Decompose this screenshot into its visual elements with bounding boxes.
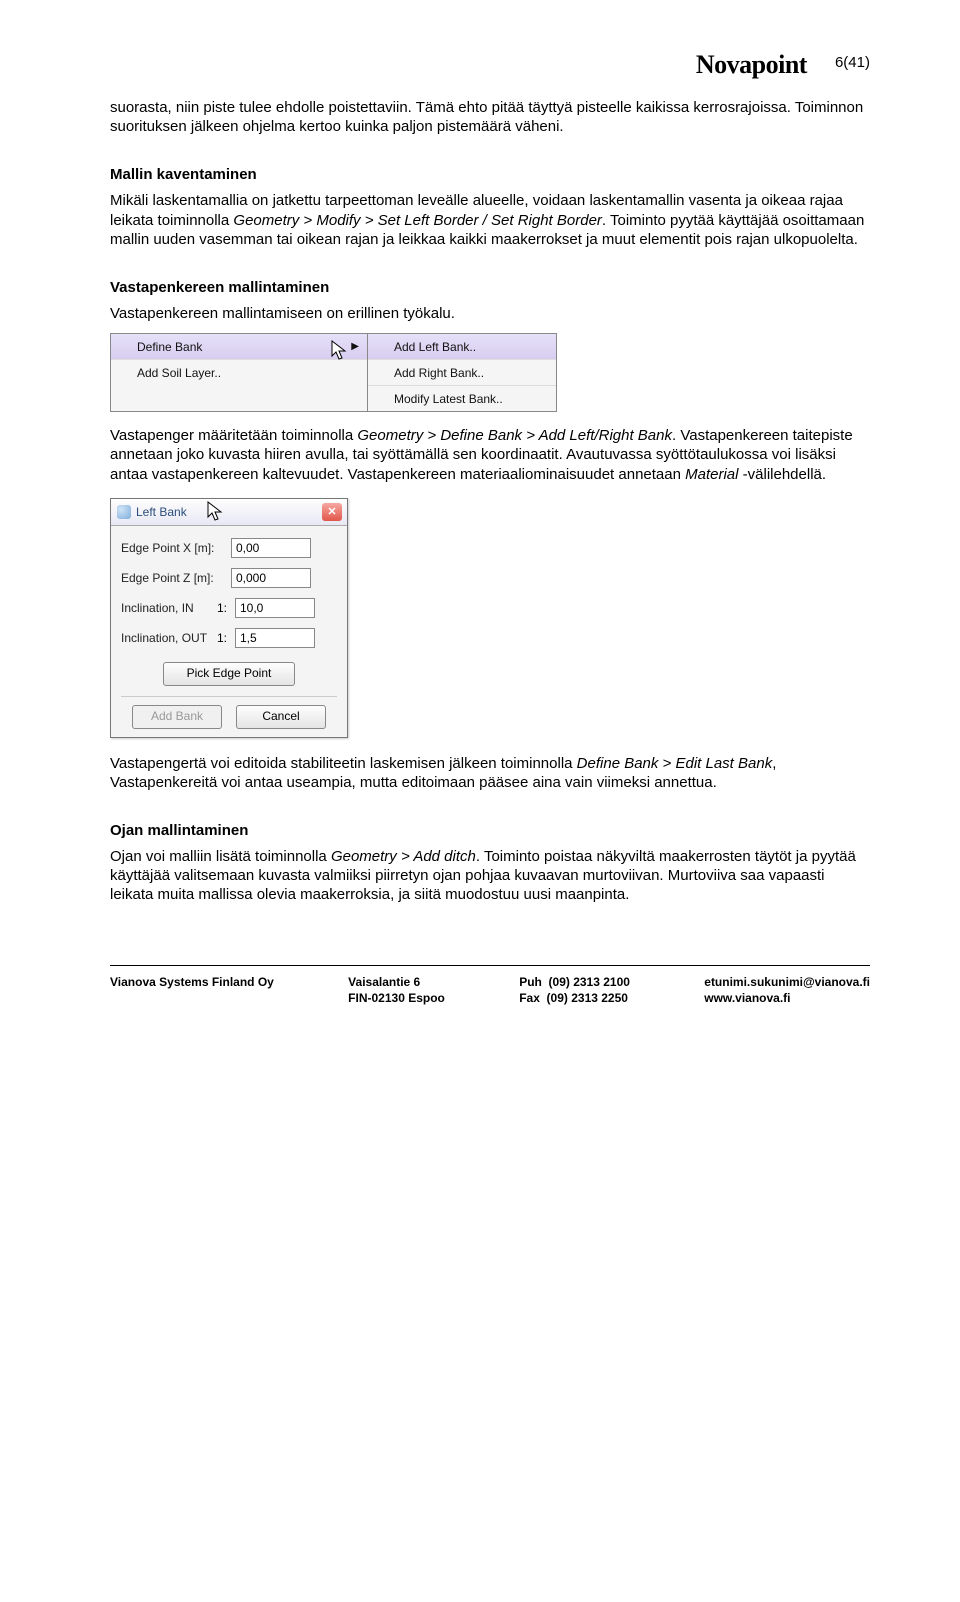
menu-label: Define Bank bbox=[137, 340, 202, 354]
menu-label: Add Left Bank.. bbox=[394, 340, 476, 354]
sec3-p1: Ojan voi malliin lisätä toiminnolla Geom… bbox=[110, 847, 870, 905]
edge-x-input[interactable] bbox=[231, 538, 311, 558]
footer-email: etunimi.sukunimi@vianova.fi bbox=[704, 975, 870, 989]
ratio-label: 1: bbox=[215, 601, 229, 615]
tab-name-italic: Material bbox=[685, 466, 738, 483]
footer-company: Vianova Systems Finland Oy bbox=[110, 974, 274, 1006]
menu-add-left-bank[interactable]: Add Left Bank.. bbox=[368, 334, 556, 360]
page-footer: Vianova Systems Finland Oy Vaisalantie 6… bbox=[110, 974, 870, 1006]
add-bank-button[interactable]: Add Bank bbox=[132, 705, 222, 729]
sec2-p3: Vastapengertä voi editoida stabiliteetin… bbox=[110, 754, 870, 792]
footer-contact: etunimi.sukunimi@vianova.fi www.vianova.… bbox=[704, 974, 870, 1006]
footer-web: www.vianova.fi bbox=[704, 991, 790, 1005]
inclination-in-input[interactable] bbox=[235, 598, 315, 618]
menu-label: Add Right Bank.. bbox=[394, 366, 484, 380]
footer-fax-line: Fax (09) 2313 2250 bbox=[519, 991, 628, 1005]
field-label-incl-in: Inclination, IN bbox=[121, 601, 209, 615]
section-title-oja: Ojan mallintaminen bbox=[110, 822, 870, 839]
dialog-title-bar[interactable]: Left Bank ✕ bbox=[111, 499, 347, 526]
ratio-label: 1: bbox=[215, 631, 229, 645]
menu-modify-latest-bank[interactable]: Modify Latest Bank.. bbox=[368, 386, 556, 411]
text: Vastapenger määritetään toiminnolla bbox=[110, 427, 357, 444]
field-label-edgez: Edge Point Z [m]: bbox=[121, 571, 225, 585]
cursor-icon bbox=[207, 501, 225, 523]
field-label-incl-out: Inclination, OUT bbox=[121, 631, 209, 645]
menu-path-italic: Geometry > Define Bank > Add Left/Right … bbox=[357, 427, 672, 444]
submenu-arrow-icon: ▶ bbox=[351, 341, 359, 352]
sec1-paragraph: Mikäli laskentamallia on jatkettu tarpee… bbox=[110, 191, 870, 249]
field-label-edgex: Edge Point X [m]: bbox=[121, 541, 225, 555]
dialog-app-icon bbox=[117, 505, 131, 519]
menu-add-right-bank[interactable]: Add Right Bank.. bbox=[368, 360, 556, 386]
cursor-icon bbox=[331, 340, 349, 362]
footer-addr2: FIN-02130 Espoo bbox=[348, 991, 445, 1005]
text: Ojan voi malliin lisätä toiminnolla bbox=[110, 848, 331, 865]
page-header: Novapoint 6(41) bbox=[110, 50, 870, 80]
sec2-p1: Vastapenkereen mallintamiseen on erillin… bbox=[110, 304, 870, 323]
menu-add-soil-layer[interactable]: Add Soil Layer.. bbox=[111, 360, 367, 385]
pick-edge-point-button[interactable]: Pick Edge Point bbox=[163, 662, 295, 686]
intro-paragraph: suorasta, niin piste tulee ehdolle poist… bbox=[110, 98, 870, 136]
close-icon[interactable]: ✕ bbox=[322, 503, 342, 521]
menu-path-italic: Geometry > Add ditch bbox=[331, 848, 476, 865]
menu-define-bank[interactable]: Define Bank ▶ bbox=[111, 334, 367, 360]
edge-z-input[interactable] bbox=[231, 568, 311, 588]
context-menu-screenshot: Define Bank ▶ Add Soil Layer.. Add Left … bbox=[110, 333, 870, 412]
menu-path-italic: Geometry > Modify > Set Left Border / Se… bbox=[233, 212, 602, 229]
menu-label: Modify Latest Bank.. bbox=[394, 392, 503, 406]
menu-path-italic: Define Bank > Edit Last Bank bbox=[577, 755, 773, 772]
text: -välilehdellä. bbox=[738, 466, 826, 483]
text: Vastapengertä voi editoida stabiliteetin… bbox=[110, 755, 577, 772]
dialog-title: Left Bank bbox=[136, 505, 187, 519]
section-title-vastapenkere: Vastapenkereen mallintaminen bbox=[110, 279, 870, 296]
section-title-kaventaminen: Mallin kaventaminen bbox=[110, 166, 870, 183]
page-number: 6(41) bbox=[835, 50, 870, 71]
footer-phone-line: Puh (09) 2313 2100 bbox=[519, 975, 630, 989]
menu-label: Add Soil Layer.. bbox=[137, 366, 221, 380]
left-bank-dialog: Left Bank ✕ Edge Point X [m]: Edge Point… bbox=[110, 498, 348, 738]
novapoint-logo: Novapoint bbox=[696, 50, 807, 80]
inclination-out-input[interactable] bbox=[235, 628, 315, 648]
footer-addr1: Vaisalantie 6 bbox=[348, 975, 420, 989]
sec2-p2: Vastapenger määritetään toiminnolla Geom… bbox=[110, 426, 870, 484]
footer-address: Vaisalantie 6 FIN-02130 Espoo bbox=[348, 974, 445, 1006]
footer-phone: Puh (09) 2313 2100 Fax (09) 2313 2250 bbox=[519, 974, 630, 1006]
footer-divider bbox=[110, 965, 870, 966]
cancel-button[interactable]: Cancel bbox=[236, 705, 326, 729]
